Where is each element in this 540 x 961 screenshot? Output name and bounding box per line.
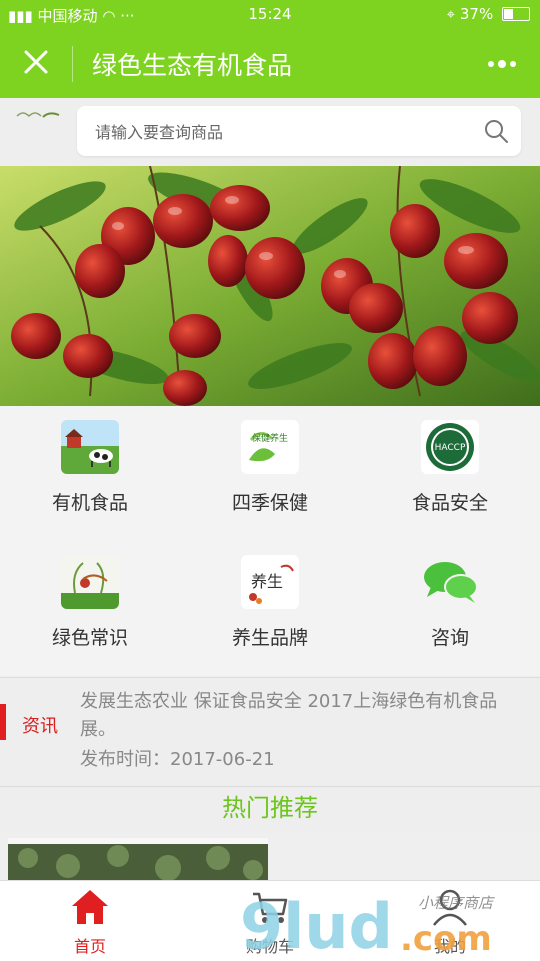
tab-label: 购物车 — [245, 937, 294, 956]
status-bar: ▮▮▮ 中国移动 ◠ ··· 15:24 ⌖ 37% — [0, 0, 540, 30]
category-label: 有机食品 — [51, 492, 128, 514]
tab-cart[interactable]: 购物车 — [180, 881, 360, 961]
battery-percent: 37% — [459, 5, 494, 23]
product-image — [8, 838, 268, 883]
product-card[interactable] — [8, 838, 268, 883]
health-icon: 保健养生 — [241, 420, 299, 474]
category-label: 食品安全 — [411, 492, 488, 514]
category-organic-food[interactable]: 有机食品 — [0, 406, 180, 541]
more-dots-icon[interactable] — [488, 56, 518, 72]
category-health-brand[interactable]: 养生 养生品牌 — [180, 541, 360, 676]
page-title: 绿色生态有机食品 — [92, 51, 293, 80]
tab-label: 首页 — [73, 937, 106, 956]
haccp-icon-text: HACCP — [435, 443, 466, 453]
news-headline: 发展生态农业 保证食品安全 2017上海绿色有机食品展。 — [80, 691, 498, 740]
banner-image[interactable] — [0, 166, 540, 406]
location-icon: ⌖ — [446, 5, 456, 23]
category-label: 咨询 — [430, 627, 469, 649]
news-ticker[interactable]: 资讯 发展生态农业 保证食品安全 2017上海绿色有机食品展。 发布时间：201… — [0, 677, 540, 787]
chat-icon — [421, 555, 479, 609]
home-icon — [72, 890, 108, 924]
category-label: 养生品牌 — [231, 627, 308, 649]
category-food-safety[interactable]: HACCP 食品安全 — [360, 406, 540, 541]
brand-icon-text: 养生 — [251, 572, 283, 591]
hot-section-title: 热门推荐 — [222, 794, 318, 822]
category-label: 四季保健 — [231, 492, 308, 514]
close-icon[interactable] — [22, 48, 50, 76]
title-bar: 绿色生态有机食品 — [0, 30, 540, 98]
category-health[interactable]: 保健养生 四季保健 — [180, 406, 360, 541]
tab-label: 我的 — [433, 937, 466, 956]
tab-home[interactable]: 首页 — [0, 881, 180, 961]
user-icon — [433, 889, 467, 926]
category-label: 绿色常识 — [51, 627, 128, 649]
search-input[interactable] — [93, 106, 467, 158]
title-divider — [72, 46, 73, 82]
tab-me[interactable]: 我的 — [360, 881, 540, 961]
haccp-icon: HACCP — [421, 420, 479, 474]
battery-icon — [502, 7, 530, 21]
health-brand-icon: 养生 — [241, 555, 299, 609]
tab-bar: 首页 购物车 我的 — [0, 880, 540, 961]
search-row — [0, 98, 540, 166]
cart-icon — [253, 892, 288, 923]
search-icon[interactable] — [483, 118, 509, 144]
news-tag-bar — [0, 704, 6, 740]
jujube-photo — [0, 166, 540, 406]
news-tag: 资讯 — [22, 716, 58, 737]
hot-section-header: 热门推荐 — [0, 787, 540, 833]
category-green-knowledge[interactable]: 绿色常识 — [0, 541, 180, 676]
organic-food-icon — [61, 420, 119, 474]
search-box[interactable] — [77, 106, 521, 158]
category-consult[interactable]: 咨询 — [360, 541, 540, 676]
green-knowledge-icon — [61, 555, 119, 609]
logo — [16, 112, 60, 118]
news-date: 发布时间：2017-06-21 — [80, 749, 275, 770]
status-right: ⌖ 37% — [447, 5, 530, 23]
health-icon-text: 保健养生 — [252, 432, 288, 444]
category-grid: 有机食品 保健养生 四季保健 HACCP 食品安全 绿色常识 养生 养生品牌 咨… — [0, 406, 540, 676]
